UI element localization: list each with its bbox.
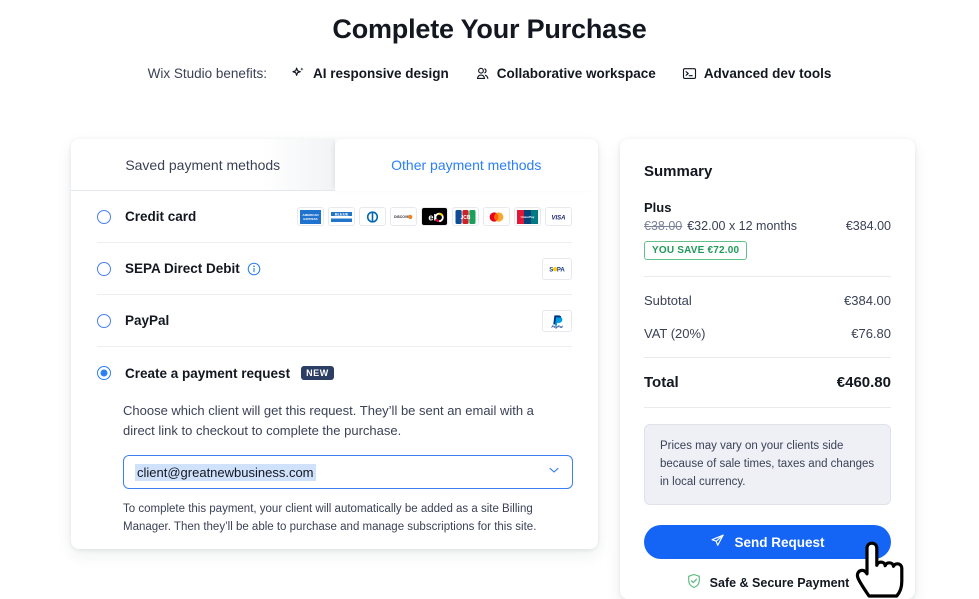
- svg-text:UnionPay: UnionPay: [521, 215, 535, 219]
- svg-text:PayPal: PayPal: [551, 325, 562, 329]
- client-email-select[interactable]: client@greatnewbusiness.com: [123, 455, 573, 490]
- method-label: Create a payment request: [125, 365, 291, 381]
- visa-icon: VISA: [545, 207, 572, 226]
- row-label: VAT (20%): [644, 326, 706, 341]
- payment-method-list: Credit card AMERICAN EXPRESS BLEUE DISCOV…: [71, 191, 598, 399]
- secure-label: Safe & Secure Payment: [709, 575, 850, 590]
- info-icon[interactable]: [247, 262, 261, 276]
- amex-icon: AMERICAN EXPRESS: [297, 207, 324, 226]
- summary-card: Summary Plus €38.00 €32.00 x 12 months €…: [620, 139, 915, 599]
- carte-bleue-icon: BLEUE: [328, 207, 355, 226]
- payment-request-body: Choose which client will get this reques…: [71, 401, 598, 536]
- payment-method-create-payment-request[interactable]: Create a payment request NEW: [97, 347, 572, 399]
- payment-request-description: Choose which client will get this reques…: [123, 403, 534, 439]
- svg-text:BLEUE: BLEUE: [335, 211, 349, 216]
- benefits-label: Wix Studio benefits:: [147, 66, 267, 81]
- diners-club-icon: [359, 207, 386, 226]
- people-icon: [475, 66, 490, 81]
- shield-check-icon: [686, 573, 702, 592]
- tab-label: Other payment methods: [391, 157, 542, 173]
- mastercard-icon: [483, 207, 510, 226]
- radio-credit-card[interactable]: [97, 209, 111, 224]
- divider: [644, 276, 891, 277]
- send-icon: [710, 533, 725, 551]
- checkout-page: Complete Your Purchase Wix Studio benefi…: [0, 0, 979, 599]
- benefit-label: Advanced dev tools: [703, 66, 832, 81]
- radio-sepa-direct-debit[interactable]: [97, 261, 111, 276]
- row-value: €384.00: [844, 293, 891, 308]
- method-label-wrap: Create a payment request NEW: [125, 366, 334, 381]
- payment-method-sepa-direct-debit[interactable]: SEPA Direct Debit S●PA: [97, 243, 572, 295]
- plan-price-terms: €32.00 x 12 months: [687, 219, 798, 233]
- method-label: PayPal: [125, 313, 170, 328]
- radio-paypal[interactable]: [97, 313, 111, 328]
- payment-method-credit-card[interactable]: Credit card AMERICAN EXPRESS BLEUE DISCOV…: [97, 191, 572, 243]
- tab-label: Saved payment methods: [125, 156, 281, 173]
- sepa-icon: S●PA: [542, 257, 572, 280]
- sparkle-icon: [291, 66, 306, 81]
- summary-title: Summary: [644, 163, 713, 180]
- chevron-down-icon[interactable]: [547, 463, 561, 482]
- terminal-icon: [682, 66, 697, 81]
- new-badge: NEW: [301, 365, 334, 381]
- summary-row-total: Total €460.80: [644, 374, 891, 391]
- plan-old-price: €38.00: [644, 219, 683, 233]
- page-title: Complete Your Purchase: [332, 14, 647, 44]
- payment-request-note: To complete this payment, your client wi…: [123, 503, 537, 533]
- benefit-advanced-dev-tools: Advanced dev tools: [682, 66, 832, 81]
- svg-text:VISA: VISA: [551, 215, 565, 221]
- tab-saved-payment-methods[interactable]: Saved payment methods: [71, 139, 335, 191]
- benefit-ai-responsive-design: AI responsive design: [291, 66, 449, 81]
- paypal-icon: PayPal: [542, 309, 572, 332]
- method-label: Credit card: [125, 209, 197, 224]
- price-variation-notice: Prices may vary on your clients side bec…: [644, 424, 891, 506]
- method-label-wrap: SEPA Direct Debit: [125, 261, 261, 276]
- benefits-bar: Wix Studio benefits: AI responsive desig…: [0, 66, 979, 81]
- row-label: Subtotal: [644, 293, 692, 308]
- unionpay-icon: UnionPay: [514, 207, 541, 226]
- discover-icon: DISCOVER: [390, 207, 417, 226]
- svg-text:EXPRESS: EXPRESS: [303, 217, 317, 221]
- divider: [644, 357, 891, 358]
- radio-create-payment-request[interactable]: [97, 366, 111, 380]
- method-label: SEPA Direct Debit: [125, 261, 240, 276]
- benefit-label: Collaborative workspace: [496, 66, 656, 81]
- send-request-button[interactable]: Send Request: [644, 525, 891, 560]
- send-request-label: Send Request: [734, 534, 825, 550]
- svg-text:JCB: JCB: [460, 215, 470, 221]
- summary-row-subtotal: Subtotal €384.00: [644, 293, 891, 308]
- elo-icon: el: [421, 207, 448, 226]
- benefit-collaborative-workspace: Collaborative workspace: [475, 66, 656, 81]
- payment-tabs: Saved payment methods Other payment meth…: [71, 139, 598, 191]
- you-save-badge: YOU SAVE €72.00: [644, 241, 748, 260]
- safe-secure-payment: Safe & Secure Payment: [644, 573, 891, 592]
- payment-method-paypal[interactable]: PayPal PayPal: [97, 295, 572, 347]
- total-label: Total: [644, 374, 679, 391]
- plan-price-line: €38.00 €32.00 x 12 months €384.00: [644, 219, 891, 233]
- jcb-icon: JCB: [452, 207, 479, 226]
- plan-total: €384.00: [845, 219, 891, 233]
- card-brand-logos: AMERICAN EXPRESS BLEUE DISCOVER el JCB U…: [297, 207, 572, 226]
- plan-name: Plus: [644, 200, 672, 215]
- summary-row-vat: VAT (20%) €76.80: [644, 326, 891, 341]
- row-value: €76.80: [851, 326, 891, 341]
- divider: [644, 407, 891, 408]
- svg-text:S●PA: S●PA: [549, 267, 565, 273]
- payment-methods-card: Saved payment methods Other payment meth…: [71, 139, 598, 549]
- total-value: €460.80: [836, 374, 891, 391]
- client-email-value: client@greatnewbusiness.com: [135, 463, 316, 481]
- tab-other-payment-methods[interactable]: Other payment methods: [334, 139, 598, 191]
- benefit-label: AI responsive design: [312, 66, 449, 81]
